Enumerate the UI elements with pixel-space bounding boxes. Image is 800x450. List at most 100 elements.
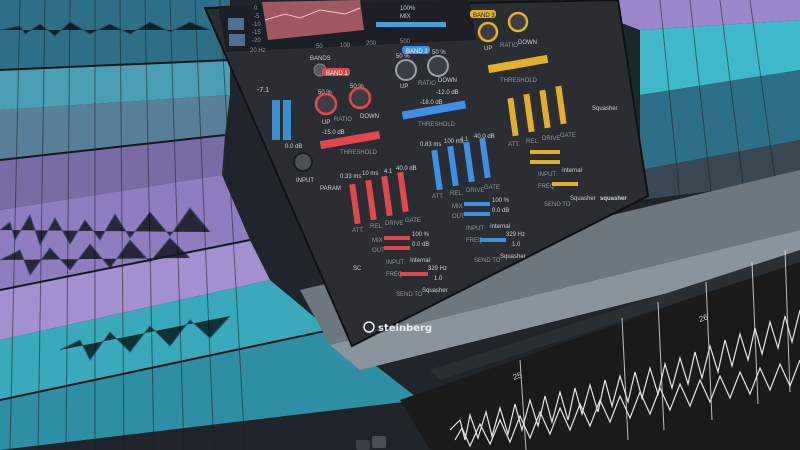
param-label: PARAM [320, 186, 341, 192]
mix-value: 100% [400, 6, 416, 12]
band-1-send-label: SEND TO [396, 292, 423, 298]
product-name: squasher [600, 196, 627, 202]
db-tick: -10 [252, 22, 261, 28]
band-3-fader-label: ATT. [508, 142, 520, 148]
mix-slider[interactable] [376, 22, 446, 27]
input-label: INPUT [296, 178, 314, 184]
freq-tick: 100 [340, 43, 351, 49]
freq-tick: 50 [316, 44, 323, 50]
band-3-send-value[interactable]: Squasher [570, 196, 596, 202]
band-2-freq-value: 329 Hz [506, 232, 525, 238]
band-1-input-value[interactable]: Internal [410, 258, 430, 264]
band-1-ratio-label: RATIO [334, 117, 352, 123]
band-2-out-value: 0.0 dB [492, 208, 509, 214]
band-3-side-value: Squasher [592, 106, 618, 112]
input-knob[interactable] [293, 152, 313, 172]
band-1-up-label: UP [322, 120, 330, 126]
band-2-up-percent: 50 % [396, 54, 410, 60]
band-2-up-ratio-knob[interactable] [395, 59, 417, 81]
freq-tick: 500 [400, 39, 411, 45]
band-1-times-0: 0.33 ms [340, 174, 361, 180]
band-1-down-label: DOWN [360, 114, 379, 120]
band-3-down-label: DOWN [518, 40, 537, 46]
band-2-up-label: UP [400, 84, 408, 90]
band-2-fader-label: DRIVE [466, 188, 484, 194]
band-1-down-ratio-knob[interactable] [348, 86, 372, 110]
db-tick: -20 [252, 38, 261, 44]
freq-tick: 200 [366, 41, 377, 47]
band-2-times-0: 0.83 ms [420, 142, 441, 148]
band-2-mix-value: 100 % [492, 198, 510, 204]
band-3-out-slider[interactable] [530, 160, 560, 164]
output-meter [283, 100, 291, 140]
db-tick: -15 [252, 30, 261, 36]
band-2-threshold-up: -12.0 dB [436, 90, 459, 96]
output-value: -7.1 [257, 87, 269, 94]
band-2-fader-label: ATT. [432, 194, 444, 200]
band-2-down-label: DOWN [438, 78, 457, 84]
band-1-mix-slider[interactable] [384, 236, 410, 240]
band-1-times-1: 10 ms [362, 171, 378, 177]
band-2-out-label: OUT [452, 214, 465, 220]
band-3-threshold-label: THRESHOLD [500, 78, 538, 84]
band-2-freq-slider[interactable] [480, 238, 506, 242]
band-3-up-label: UP [484, 46, 492, 52]
band-3-fader-label: REL. [526, 139, 540, 145]
band-3-send-label: SEND TO [544, 202, 571, 208]
brand-logo-text: steinberg [378, 323, 432, 334]
band-3-down-ratio-knob[interactable] [507, 11, 529, 33]
band-3-freq-slider[interactable] [552, 182, 578, 186]
band-2-input-value[interactable]: Internal [490, 224, 510, 230]
input-gain-value: 0.0 dB [285, 144, 302, 150]
band-1-threshold-label: THRESHOLD [340, 150, 378, 156]
band-1-up-ratio-knob[interactable] [314, 92, 338, 116]
band-2-ratio-label: RATIO [418, 81, 436, 87]
band-1-fader-label: DRIVE [385, 221, 403, 227]
mix-label: MIX [400, 14, 411, 20]
band-2-mix-slider[interactable] [464, 202, 490, 206]
band-3-input-label: INPUT [538, 172, 556, 178]
band-2-out-slider[interactable] [464, 212, 490, 216]
band-1-out-value: 0.0 dB [412, 242, 429, 248]
band-2-q-value: 1.0 [512, 242, 521, 248]
band-2-mix-label: MIX [452, 204, 463, 210]
band-1-fader-label: ATT. [352, 228, 364, 234]
band-1-out-slider[interactable] [384, 246, 410, 250]
output-meter [272, 100, 280, 140]
band-2-send-label: SEND TO [474, 258, 501, 264]
band-2-threshold-label: THRESHOLD [418, 122, 456, 128]
view-toggle-button[interactable] [228, 18, 244, 30]
band-1-freq-value: 329 Hz [428, 266, 447, 272]
band-2-fader-label: REL. [450, 191, 464, 197]
band-3-input-value[interactable]: Internal [562, 168, 582, 174]
sidechain-label: SC [353, 266, 362, 272]
band-3-ratio-label: RATIO [500, 43, 518, 49]
freq-tick: 20 Hz [250, 48, 266, 54]
band-1-fader-label: GATE [405, 218, 421, 224]
band-1-mix-label: MIX [372, 238, 383, 244]
band-3-mix-slider[interactable] [530, 150, 560, 154]
band-3-fader-label: DRIVE [542, 136, 560, 142]
band-1-tag-label: BAND 1 [326, 71, 348, 77]
band-2-input-label: INPUT [466, 226, 484, 232]
band-3-fader-label: GATE [560, 133, 576, 139]
band-1-out-label: OUT [372, 248, 385, 254]
band-3-tag-label: BAND 3 [473, 13, 495, 19]
bands-label: BANDS [310, 56, 331, 62]
squasher-plugin-window: 0 -5 -10 -15 -20 20 Hz 50 100 200 500 BA… [203, 0, 650, 348]
band-1-times-2: 4.1 [384, 169, 393, 175]
band-1-fader-label: REL. [370, 224, 384, 230]
band-2-fader-label: GATE [484, 185, 500, 191]
band-1-mix-value: 100 % [412, 232, 430, 238]
band-1-send-value[interactable]: Squasher [422, 288, 448, 294]
band-2-send-value[interactable]: Squasher [500, 254, 526, 260]
band-1-freq-slider[interactable] [400, 272, 428, 276]
view-toggle-button[interactable] [229, 34, 245, 46]
band-1-times-3: 40.0 dB [396, 166, 417, 172]
band-1-q-value: 1.0 [434, 276, 443, 282]
band-1-input-label: INPUT [386, 260, 404, 266]
band-1-threshold-up: -15.0 dB [322, 130, 345, 136]
band-3-up-ratio-knob[interactable] [477, 21, 499, 43]
band-2-down-ratio-knob[interactable] [427, 55, 449, 77]
db-tick: -5 [254, 14, 260, 20]
